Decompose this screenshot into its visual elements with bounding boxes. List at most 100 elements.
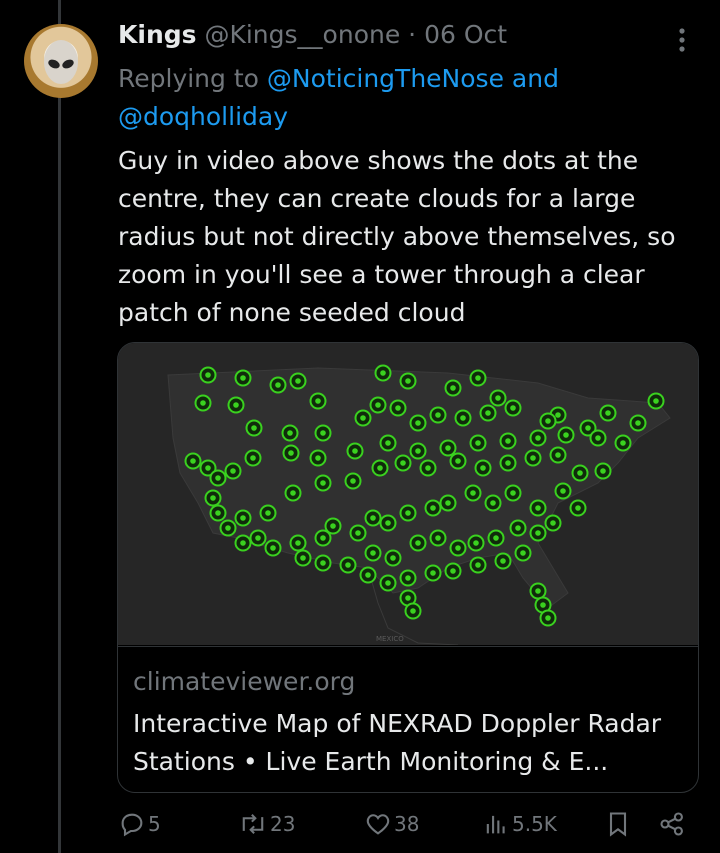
radar-marker-icon[interactable] (487, 529, 505, 547)
radar-marker-icon[interactable] (314, 554, 332, 572)
views-button[interactable]: 5.5K (482, 806, 557, 842)
radar-marker-icon[interactable] (354, 409, 372, 427)
radar-marker-icon[interactable] (339, 556, 357, 574)
radar-marker-icon[interactable] (529, 499, 547, 517)
radar-marker-icon[interactable] (539, 412, 557, 430)
radar-marker-icon[interactable] (474, 459, 492, 477)
radar-marker-icon[interactable] (344, 472, 362, 490)
avatar[interactable] (24, 24, 98, 98)
radar-marker-icon[interactable] (346, 442, 364, 460)
radar-marker-icon[interactable] (489, 389, 507, 407)
radar-marker-icon[interactable] (379, 434, 397, 452)
radar-marker-icon[interactable] (449, 452, 467, 470)
radar-marker-icon[interactable] (269, 376, 287, 394)
radar-marker-icon[interactable] (424, 564, 442, 582)
radar-marker-icon[interactable] (234, 534, 252, 552)
radar-marker-icon[interactable] (309, 392, 327, 410)
radar-marker-icon[interactable] (234, 369, 252, 387)
radar-marker-icon[interactable] (364, 544, 382, 562)
radar-marker-icon[interactable] (514, 544, 532, 562)
radar-marker-icon[interactable] (399, 372, 417, 390)
radar-marker-icon[interactable] (444, 562, 462, 580)
share-button[interactable] (658, 806, 686, 842)
radar-marker-icon[interactable] (557, 426, 575, 444)
repost-button[interactable]: 23 (238, 806, 295, 842)
radar-marker-icon[interactable] (224, 462, 242, 480)
radar-marker-icon[interactable] (504, 484, 522, 502)
radar-marker-icon[interactable] (204, 489, 222, 507)
radar-marker-icon[interactable] (449, 539, 467, 557)
radar-marker-icon[interactable] (554, 482, 572, 500)
radar-marker-icon[interactable] (374, 364, 392, 382)
radar-marker-icon[interactable] (499, 432, 517, 450)
radar-marker-icon[interactable] (399, 504, 417, 522)
radar-marker-icon[interactable] (529, 429, 547, 447)
radar-marker-icon[interactable] (249, 529, 267, 547)
like-button[interactable]: 38 (364, 806, 419, 842)
radar-marker-icon[interactable] (599, 404, 617, 422)
radar-marker-icon[interactable] (509, 519, 527, 537)
radar-marker-icon[interactable] (524, 449, 542, 467)
radar-marker-icon[interactable] (227, 396, 245, 414)
radar-marker-icon[interactable] (369, 396, 387, 414)
radar-marker-icon[interactable] (379, 514, 397, 532)
radar-marker-icon[interactable] (349, 524, 367, 542)
radar-marker-icon[interactable] (529, 524, 547, 542)
mention-link[interactable]: @NoticingTheNose (267, 64, 504, 93)
radar-marker-icon[interactable] (314, 424, 332, 442)
radar-marker-icon[interactable] (284, 484, 302, 502)
radar-marker-icon[interactable] (589, 429, 607, 447)
radar-marker-icon[interactable] (429, 529, 447, 547)
radar-marker-icon[interactable] (194, 394, 212, 412)
radar-marker-icon[interactable] (569, 499, 587, 517)
reply-button[interactable]: 5 (118, 806, 161, 842)
radar-marker-icon[interactable] (209, 504, 227, 522)
author-name[interactable]: Kings (118, 20, 197, 49)
radar-marker-icon[interactable] (259, 504, 277, 522)
link-card[interactable]: MEXICO climateviewer.org Interactive Map… (117, 342, 699, 793)
radar-marker-icon[interactable] (399, 569, 417, 587)
radar-marker-icon[interactable] (199, 366, 217, 384)
radar-marker-icon[interactable] (245, 419, 263, 437)
radar-marker-icon[interactable] (424, 499, 442, 517)
radar-marker-icon[interactable] (544, 514, 562, 532)
more-button[interactable] (672, 26, 692, 54)
author-handle[interactable]: @Kings__onone (204, 20, 400, 49)
radar-marker-icon[interactable] (469, 434, 487, 452)
radar-marker-icon[interactable] (409, 414, 427, 432)
radar-marker-icon[interactable] (394, 454, 412, 472)
radar-marker-icon[interactable] (384, 549, 402, 567)
radar-marker-icon[interactable] (467, 534, 485, 552)
radar-marker-icon[interactable] (504, 399, 522, 417)
mention-and[interactable]: and (512, 64, 559, 93)
radar-marker-icon[interactable] (444, 379, 462, 397)
radar-marker-icon[interactable] (499, 454, 517, 472)
radar-marker-icon[interactable] (439, 439, 457, 457)
radar-marker-icon[interactable] (439, 494, 457, 512)
radar-marker-icon[interactable] (364, 509, 382, 527)
radar-marker-icon[interactable] (614, 434, 632, 452)
radar-marker-icon[interactable] (454, 409, 472, 427)
radar-marker-icon[interactable] (549, 446, 567, 464)
radar-marker-icon[interactable] (379, 574, 397, 592)
radar-marker-icon[interactable] (479, 404, 497, 422)
radar-marker-icon[interactable] (409, 442, 427, 460)
radar-marker-icon[interactable] (419, 459, 437, 477)
radar-marker-icon[interactable] (184, 452, 202, 470)
radar-marker-icon[interactable] (484, 494, 502, 512)
radar-marker-icon[interactable] (289, 372, 307, 390)
radar-marker-icon[interactable] (209, 469, 227, 487)
radar-marker-icon[interactable] (389, 399, 407, 417)
radar-marker-icon[interactable] (464, 484, 482, 502)
radar-marker-icon[interactable] (289, 534, 307, 552)
radar-marker-icon[interactable] (324, 517, 342, 535)
radar-marker-icon[interactable] (309, 449, 327, 467)
radar-marker-icon[interactable] (409, 534, 427, 552)
radar-marker-icon[interactable] (244, 449, 262, 467)
mention-link[interactable]: @doqholliday (118, 102, 288, 131)
radar-marker-icon[interactable] (314, 474, 332, 492)
radar-marker-icon[interactable] (371, 459, 389, 477)
radar-marker-icon[interactable] (282, 444, 300, 462)
radar-marker-icon[interactable] (539, 609, 557, 627)
radar-marker-icon[interactable] (281, 424, 299, 442)
